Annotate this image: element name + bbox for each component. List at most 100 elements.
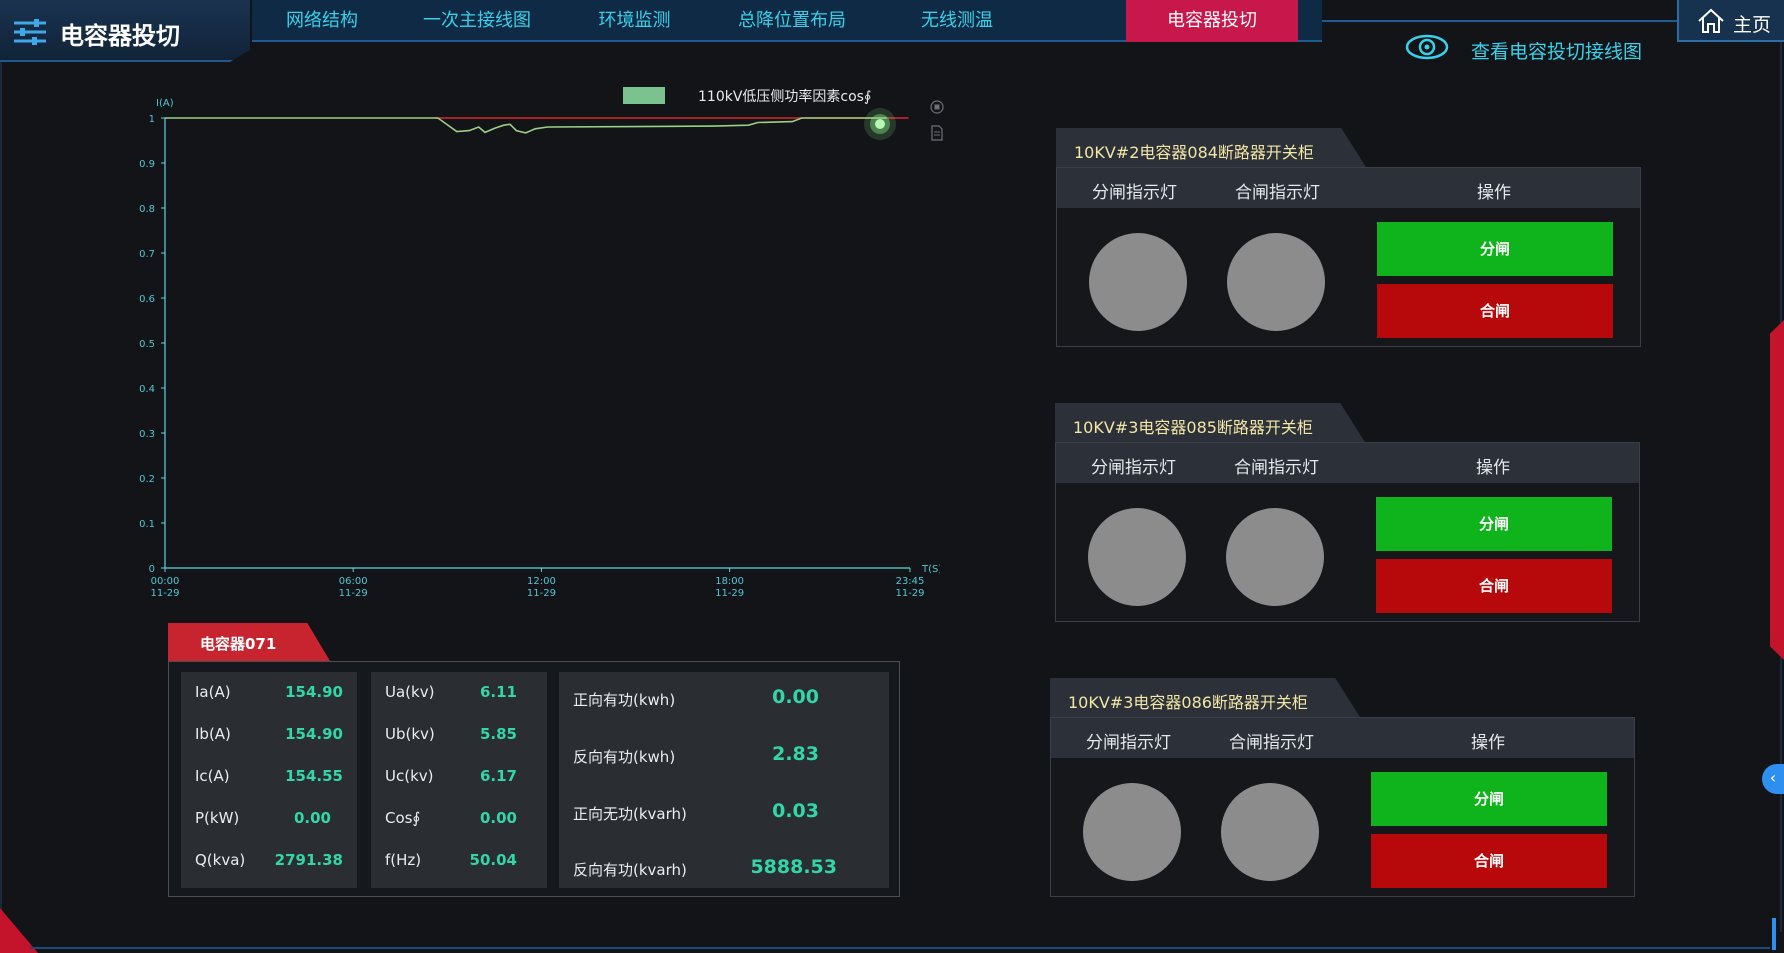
cabinet-title: 10KV#2电容器084断路器开关柜: [1056, 128, 1366, 167]
param-value: 50.04: [469, 851, 517, 869]
close-breaker-button[interactable]: 合闸: [1376, 559, 1612, 613]
list-item: Ia(A) 154.90: [181, 672, 357, 712]
x-tick-label: 06:00: [339, 576, 368, 587]
open-indicator-lamp: [1089, 233, 1187, 331]
header-open-lamp: 分闸指示灯: [1092, 183, 1177, 203]
voltage-column: Ua(kv) 6.11 Ub(kv) 5.85 Uc(kv) 6.17 Cos∮ 0.0…: [371, 672, 547, 888]
list-item: 反向有功(kvarh) 5888.53: [559, 848, 889, 898]
y-tick-label: 0.9: [139, 159, 155, 170]
list-item: Ib(A) 154.90: [181, 714, 357, 754]
cabinet-title: 10KV#3电容器086断路器开关柜: [1050, 678, 1360, 717]
close-indicator-lamp: [1226, 508, 1324, 606]
close-indicator-lamp: [1227, 233, 1325, 331]
x-tick-label: 11-29: [339, 588, 368, 599]
list-item: Ua(kv) 6.11: [371, 672, 547, 712]
left-frame-line: [0, 62, 2, 912]
record-icon[interactable]: [930, 100, 944, 114]
open-breaker-button[interactable]: 分闸: [1377, 222, 1613, 276]
tab-capacitor-switching[interactable]: 电容器投切: [1126, 0, 1298, 42]
legend-label: 110kV低压侧功率因素cos∮: [698, 88, 871, 105]
y-tick-label: 0.8: [139, 204, 155, 215]
home-label: 主页: [1733, 14, 1772, 36]
cabinet-header: 分闸指示灯 合闸指示灯 操作: [1056, 443, 1639, 483]
list-item: f(Hz) 50.04: [371, 840, 547, 880]
tab-environment-monitor[interactable]: 环境监测: [562, 0, 707, 42]
list-item: Uc(kv) 6.17: [371, 756, 547, 796]
cabinet-body: 分闸指示灯 合闸指示灯 操作 分闸 合闸: [1050, 717, 1635, 897]
param-value: 154.90: [285, 725, 343, 743]
param-value: 0.00: [293, 809, 331, 827]
header-close-lamp: 合闸指示灯: [1235, 183, 1320, 203]
list-item: Cos∮ 0.00: [371, 798, 547, 838]
param-label: 反向有功(kwh): [573, 748, 676, 766]
cabinet-header: 分闸指示灯 合闸指示灯 操作: [1051, 718, 1634, 758]
y-tick-label: 0.5: [139, 339, 155, 350]
param-label: Cos∮: [385, 809, 421, 827]
bottom-frame-line: [30, 947, 1770, 949]
param-value: 0.03: [772, 800, 819, 822]
param-label: Ic(A): [195, 767, 230, 785]
cabinet-body: 分闸指示灯 合闸指示灯 操作 分闸 合闸: [1055, 442, 1640, 622]
x-tick-label: 12:00: [527, 576, 556, 587]
y-tick-label: 0.2: [139, 474, 155, 485]
header-operation: 操作: [1476, 458, 1510, 478]
param-label: 正向无功(kvarh): [573, 805, 687, 823]
list-item: 正向有功(kwh) 0.00: [559, 678, 889, 728]
page-title: 电容器投切: [60, 22, 180, 50]
param-value: 6.17: [479, 767, 517, 785]
header-operation: 操作: [1477, 183, 1511, 203]
document-icon[interactable]: [931, 125, 943, 141]
param-label: Ub(kv): [385, 725, 435, 743]
y-tick-label: 0: [149, 564, 155, 575]
nav-divider: [1322, 20, 1677, 22]
param-label: 正向有功(kwh): [573, 691, 676, 709]
current-power-column: Ia(A) 154.90 Ib(A) 154.90 Ic(A) 154.55 P(kW…: [181, 672, 357, 888]
x-tick-label: 11-29: [150, 588, 179, 599]
close-breaker-button[interactable]: 合闸: [1371, 834, 1607, 888]
open-breaker-button[interactable]: 分闸: [1376, 497, 1612, 551]
tab-substation-layout[interactable]: 总降位置布局: [707, 0, 877, 42]
home-icon: [1698, 8, 1724, 33]
param-label: Ib(A): [195, 725, 231, 743]
param-label: 反向有功(kvarh): [573, 861, 687, 879]
header-close-lamp: 合闸指示灯: [1229, 733, 1314, 753]
param-label: Ua(kv): [385, 683, 435, 701]
eye-icon: [1405, 34, 1449, 60]
side-panel-toggle[interactable]: ‹: [1762, 764, 1784, 794]
open-breaker-button[interactable]: 分闸: [1371, 772, 1607, 826]
capacitor-tag: 电容器071: [168, 623, 330, 661]
right-accent-bar: [1770, 320, 1784, 660]
param-label: f(Hz): [385, 851, 422, 869]
list-item: Q(kva) 2791.38: [181, 840, 357, 880]
y-tick-label: 0.6: [139, 294, 155, 305]
param-value: 0.00: [772, 686, 819, 708]
header-open-lamp: 分闸指示灯: [1091, 458, 1176, 478]
param-label: Q(kva): [195, 851, 246, 869]
view-wiring-label: 查看电容投切接线图: [1471, 41, 1643, 63]
param-value: 2791.38: [274, 851, 343, 869]
legend: 110kV低压侧功率因素cos∮: [623, 87, 871, 105]
param-value: 0.00: [479, 809, 517, 827]
param-label: Uc(kv): [385, 767, 434, 785]
y-tick-label: 0.7: [139, 249, 155, 260]
list-item: Ub(kv) 5.85: [371, 714, 547, 754]
header-open-lamp: 分闸指示灯: [1086, 733, 1171, 753]
home-button[interactable]: 主页: [1677, 0, 1784, 42]
param-value: 154.55: [285, 767, 343, 785]
legend-swatch: [623, 87, 665, 104]
tab-wireless-temp[interactable]: 无线测温: [877, 0, 1037, 42]
list-item: P(kW) 0.00: [181, 798, 357, 838]
param-value: 154.90: [285, 683, 343, 701]
x-tick-label: 00:00: [151, 576, 180, 587]
close-breaker-button[interactable]: 合闸: [1377, 284, 1613, 338]
param-value: 2.83: [772, 743, 819, 765]
x-tick-label: 23:45: [896, 576, 925, 587]
x-tick-label: 11-29: [895, 588, 924, 599]
x-tick-label: 11-29: [527, 588, 556, 599]
tab-primary-wiring[interactable]: 一次主接线图: [392, 0, 562, 42]
app-title-block: 电容器投切: [0, 0, 250, 62]
sliders-menu-icon[interactable]: [12, 18, 48, 46]
cabinet-title: 10KV#3电容器085断路器开关柜: [1055, 403, 1365, 442]
param-label: Ia(A): [195, 683, 231, 701]
tab-network-structure[interactable]: 网络结构: [252, 0, 392, 42]
